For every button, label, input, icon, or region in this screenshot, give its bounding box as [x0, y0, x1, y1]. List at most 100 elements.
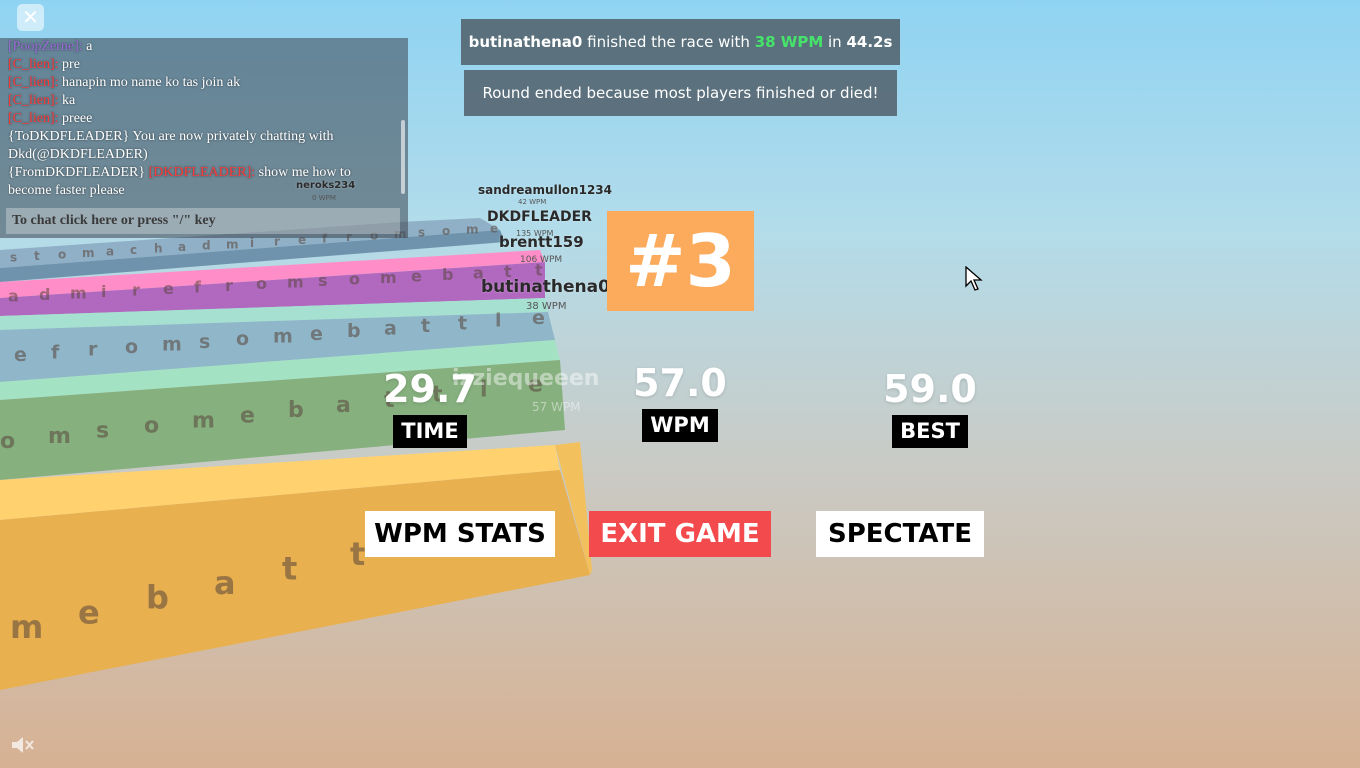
track-letter: a: [384, 318, 397, 340]
chat-speaker[interactable]: [C_lien]:: [8, 111, 59, 126]
chat-line: {ToDKDFLEADER} You are now privately cha…: [8, 128, 396, 164]
track-letter: m: [70, 284, 87, 303]
chat-message: hanapin mo name ko tas join ak: [58, 75, 241, 90]
track-letter: m: [273, 326, 293, 348]
track-letter: s: [10, 250, 17, 264]
best-value: 59.0: [883, 367, 977, 411]
track-letter: o: [442, 224, 450, 238]
track-letter: a: [8, 287, 19, 306]
chat-speaker[interactable]: [C_lien]:: [8, 93, 59, 108]
nametag-player: DKDFLEADER: [487, 209, 592, 225]
best-label: BEST: [892, 415, 968, 448]
track-letter: s: [199, 331, 210, 353]
chat-message: a: [82, 39, 93, 54]
track-letter: o: [236, 328, 249, 350]
chat-panel: [PoopZerne]: a [C_lien]: pre [C_lien]: han…: [0, 38, 408, 238]
track-letter: e: [78, 593, 100, 631]
track-letter: r: [225, 276, 233, 295]
track-letter: i: [101, 282, 106, 301]
track-letter: h: [154, 242, 163, 256]
track-letter: a: [178, 240, 186, 254]
chat-speaker[interactable]: [DKDFLEADER]:: [145, 165, 256, 180]
nametag-player: sandreamullon1234: [478, 183, 612, 197]
speaker-muted-icon[interactable]: [10, 734, 36, 756]
finish-notice: butinathena0 finished the race with 38 W…: [461, 19, 900, 65]
track-letter: o: [144, 414, 159, 439]
chat-line: [C_lien]: ka: [8, 92, 396, 110]
nametag-player: neroks234: [296, 180, 356, 191]
nametag-wpm: 57 WPM: [532, 400, 581, 414]
track-letter: o: [125, 336, 138, 358]
track-letter: b: [347, 320, 361, 342]
nametag-wpm: 38 WPM: [526, 301, 567, 312]
wpm-label: WPM: [642, 409, 718, 442]
track-letter: m: [466, 223, 479, 237]
finish-in: in: [823, 33, 847, 51]
track-letter: m: [162, 333, 182, 355]
track-letter: l: [495, 310, 502, 332]
track-letter: d: [39, 285, 50, 304]
track-letter: f: [51, 341, 60, 363]
chat-log: [PoopZerne]: a [C_lien]: pre [C_lien]: han…: [8, 38, 396, 198]
chat-message: ka: [58, 93, 76, 108]
finish-wpm: 38 WPM: [754, 33, 824, 51]
track-letter: s: [318, 271, 328, 290]
chat-speaker[interactable]: [PoopZerne]:: [8, 39, 83, 54]
chat-speaker[interactable]: [C_lien]:: [8, 57, 59, 72]
chat-line: [C_lien]: hanapin mo name ko tas join ak: [8, 74, 396, 92]
time-label: TIME: [393, 415, 467, 448]
track-letter: t: [350, 535, 365, 573]
track-letter: a: [336, 393, 351, 418]
chat-line: [C_lien]: preee: [8, 110, 396, 128]
track-letter: o: [0, 429, 15, 454]
track-letter: m: [287, 273, 304, 292]
track-letter: e: [14, 344, 27, 366]
track-letter: r: [88, 339, 98, 361]
track-letter: m: [380, 268, 397, 287]
track-letter: b: [442, 265, 453, 284]
chat-speaker[interactable]: [C_lien]:: [8, 75, 59, 90]
track-letter: d: [202, 239, 211, 253]
track-letter: f: [194, 277, 202, 296]
track-letter: t: [421, 315, 430, 337]
track-letter: o: [58, 247, 66, 261]
wpm-value: 57.0: [633, 361, 727, 405]
track-letter: e: [310, 323, 323, 345]
spectate-button[interactable]: SPECTATE: [816, 511, 984, 557]
nametag-player: butinathena0: [481, 277, 610, 297]
track-letter: b: [288, 398, 304, 423]
track-letter: a: [214, 564, 236, 602]
nametag-wpm: 42 WPM: [518, 198, 547, 206]
time-value: 29.7: [383, 367, 477, 411]
track-letter: c: [130, 243, 137, 257]
track-letter: m: [82, 246, 95, 260]
chat-input[interactable]: [6, 208, 400, 234]
track-letter: e: [240, 403, 255, 428]
chat-message: preee: [58, 111, 93, 126]
track-letter: t: [34, 249, 40, 263]
close-icon[interactable]: ✕: [17, 4, 44, 31]
track-letter: s: [96, 419, 109, 444]
exit-game-button[interactable]: EXIT GAME: [589, 511, 771, 557]
track-letter: t: [458, 312, 467, 334]
chat-line: [C_lien]: pre: [8, 56, 396, 74]
track-letter: t: [282, 550, 297, 588]
track-letter: o: [256, 274, 267, 293]
chat-scrollbar[interactable]: [401, 120, 405, 194]
chat-prefix: {FromDKDFLEADER}: [8, 165, 146, 180]
wpm-stats-button[interactable]: WPM STATS: [365, 511, 555, 557]
rank-badge: #3: [607, 211, 754, 311]
chat-line: [PoopZerne]: a: [8, 38, 396, 56]
track-letter: r: [132, 280, 140, 299]
track-letter: m: [192, 408, 215, 433]
track-letter: e: [411, 266, 422, 285]
round-ended-notice: Round ended because most players finishe…: [464, 70, 897, 116]
nametag-wpm: 0 WPM: [312, 194, 336, 202]
track-letter: m: [226, 237, 239, 251]
track-letter: s: [418, 226, 425, 240]
track-letter: m: [48, 424, 71, 449]
finish-player: butinathena0: [468, 33, 583, 51]
chat-prefix: {ToDKDFLEADER}: [8, 129, 130, 144]
track-letter: a: [106, 245, 114, 259]
nametag-player: brentt159: [499, 233, 584, 251]
